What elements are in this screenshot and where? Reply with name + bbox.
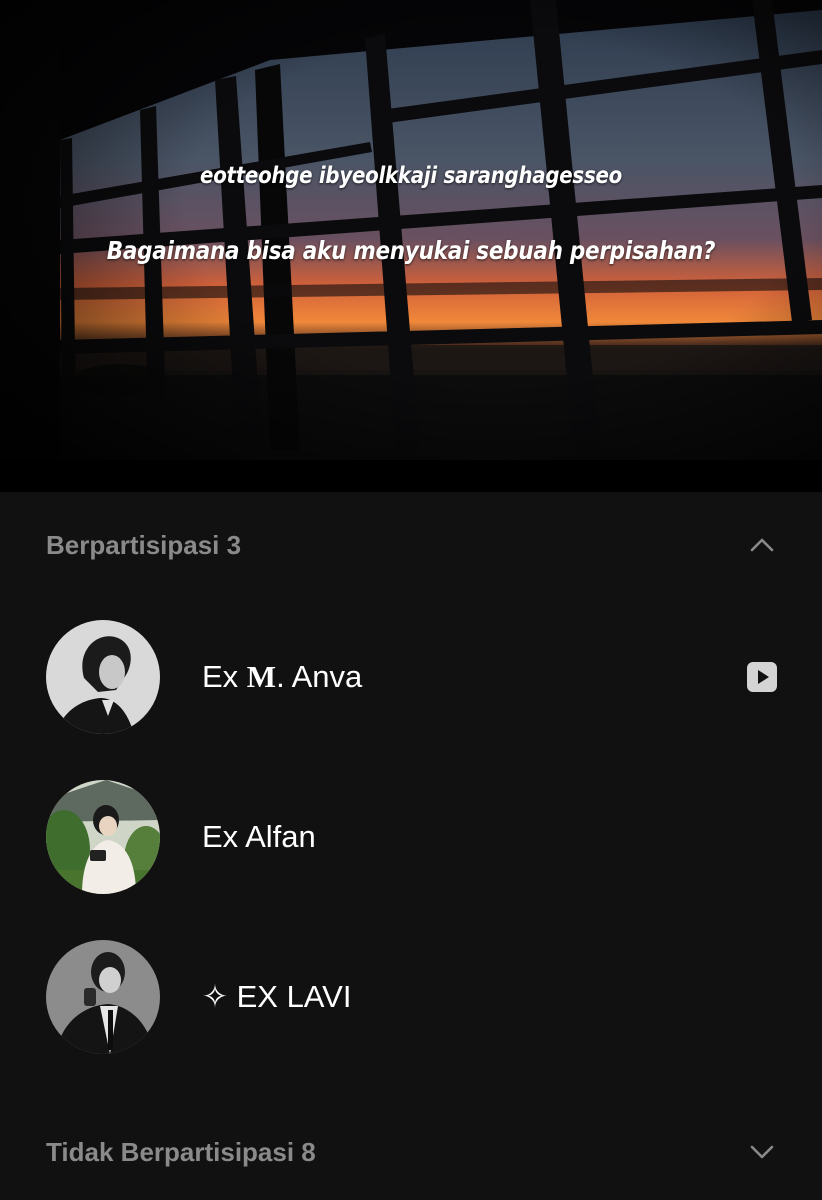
section-title: Tidak Berpartisipasi 8 xyxy=(46,1136,316,1167)
participant-row[interactable]: ✧ EX LAVI xyxy=(46,940,778,1054)
participant-name: Ex M. Anva xyxy=(202,659,363,694)
section-header-not-participating[interactable]: Tidak Berpartisipasi 8 xyxy=(46,1132,776,1172)
chevron-down-icon[interactable] xyxy=(748,1138,776,1166)
participant-name: Ex Alfan xyxy=(202,819,316,854)
avatar-camera-garden xyxy=(46,780,160,894)
avatar-grayscale-suit xyxy=(46,940,160,1054)
avatar[interactable] xyxy=(46,620,160,734)
participant-row[interactable]: Ex M. Anva xyxy=(46,620,778,734)
sparkle-icon: ✧ xyxy=(202,979,228,1014)
participant-row[interactable]: Ex Alfan xyxy=(46,780,778,894)
avatar[interactable] xyxy=(46,940,160,1054)
play-icon[interactable] xyxy=(746,661,778,693)
banner-caption-line1: eotteohge ibyeolkkaji saranghagesseo xyxy=(200,163,622,189)
participant-name: ✧ EX LAVI xyxy=(202,979,352,1014)
divider-bar xyxy=(0,460,822,492)
banner-caption-line2: Bagaimana bisa aku menyukai sebuah perpi… xyxy=(106,236,716,265)
section-title: Berpartisipasi 3 xyxy=(46,529,242,560)
participants-panel: Berpartisipasi 3 Ex M. Anva Ex Alfan ✧ E… xyxy=(0,492,822,1200)
avatar-grayscale-portrait xyxy=(46,620,160,734)
section-header-participating[interactable]: Berpartisipasi 3 xyxy=(46,525,776,565)
header-banner-image: eotteohge ibyeolkkaji saranghagesseo Bag… xyxy=(0,0,822,460)
sunset-window-image xyxy=(0,0,822,460)
chevron-up-icon[interactable] xyxy=(748,531,776,559)
avatar[interactable] xyxy=(46,780,160,894)
